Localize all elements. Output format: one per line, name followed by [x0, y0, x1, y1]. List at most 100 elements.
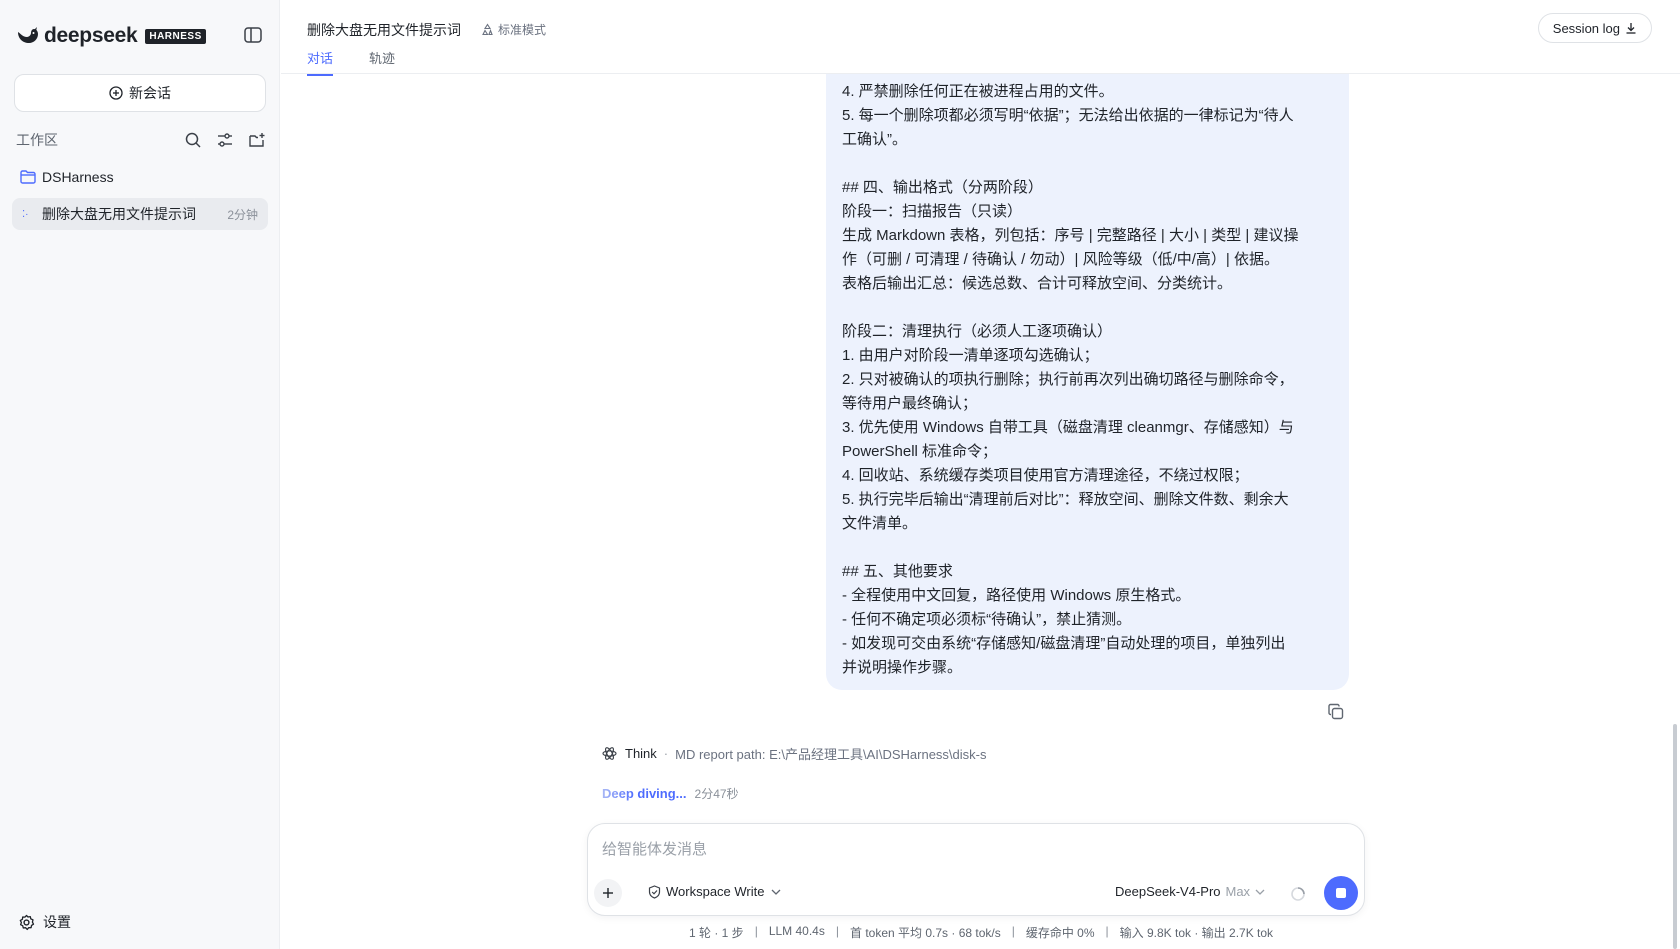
stop-icon [1336, 888, 1346, 898]
tab-trace[interactable]: 轨迹 [369, 48, 395, 76]
message-line: 表格后输出汇总：候选总数、合计可释放空间、分类统计。 [842, 275, 1233, 292]
message-line: 等待用户最终确认； [842, 395, 978, 412]
chevron-down-icon [771, 889, 780, 895]
message-line: 5. 每一个删除项都必须写明“依据”；无法给出依据的一律标记为“待人 [842, 107, 1294, 124]
search-icon [185, 132, 201, 148]
new-chat-button[interactable]: 新会话 [14, 74, 266, 112]
message-line: 1. 由用户对阶段一清单逐项勾选确认； [842, 347, 1099, 364]
progress-label: Deep diving... [602, 786, 687, 801]
workspace-tools [184, 131, 266, 149]
chevron-down-icon [1255, 889, 1265, 895]
session-item[interactable]: ⁚· 删除大盘无用文件提示词 2分钟 [12, 198, 268, 230]
session-log-button[interactable]: Session log [1537, 13, 1652, 43]
top-bar: 删除大盘无用文件提示词 标准模式 对话 轨迹 Session log [281, 0, 1680, 76]
message-line: 阶段二：清理执行（必须人工逐项确认） [842, 323, 1113, 340]
message-line: 阶段一：扫描报告（只读） [842, 203, 1023, 220]
message-line: 5. 执行完毕后输出“清理前后对比”：释放空间、删除文件数、剩余大 [842, 491, 1289, 508]
folder-icon [20, 170, 36, 184]
workspace-header: 工作区 [16, 130, 266, 150]
deepseek-whale-icon [18, 27, 38, 43]
message-line: ## 五、其他要求 [842, 563, 953, 580]
message-line [842, 152, 1333, 176]
message-input[interactable] [602, 836, 1342, 862]
message-line: PowerShell 标准命令； [842, 443, 998, 460]
status-item: 首 token 平均 0.7s · 68 tok/s [849, 926, 1001, 940]
plus-circle-icon [109, 86, 123, 100]
message-composer: Workspace Write DeepSeek-V4-Pro Max [587, 823, 1365, 916]
settings-button[interactable]: 设置 [18, 912, 71, 932]
mode-indicator[interactable]: 标准模式 [481, 21, 546, 38]
status-item: LLM 40.4s [768, 924, 825, 938]
copy-icon[interactable] [1327, 703, 1345, 721]
brand-logo[interactable]: deepseek HARNESS [16, 24, 206, 48]
sidebar-toggle-icon[interactable] [244, 27, 262, 43]
status-item: 缓存命中 0% [1025, 926, 1095, 940]
settings-label: 设置 [43, 914, 71, 930]
permission-label: Workspace Write [666, 884, 765, 899]
status-item: 1 轮 · 1 步 [689, 926, 744, 940]
progress-elapsed: 2分47秒 [694, 787, 739, 801]
status-separator: | [1011, 924, 1015, 938]
progress-row: Deep diving... 2分47秒 [602, 785, 739, 802]
think-row[interactable]: Think · MD report path: E:\产品经理工具\AI\DSH… [602, 744, 987, 763]
message-line [842, 536, 1333, 560]
tab-conversation[interactable]: 对话 [307, 48, 334, 76]
folder-name: DSHarness [42, 169, 114, 185]
brand-name: deepseek [44, 24, 138, 47]
status-separator: | [835, 924, 839, 938]
message-line: - 全程使用中文回复，路径使用 Windows 原生格式。 [842, 587, 1191, 604]
status-separator: | [754, 924, 758, 938]
folder-plus-icon [249, 133, 265, 147]
loading-spinner-icon [1291, 887, 1305, 901]
page-title: 删除大盘无用文件提示词 [307, 22, 461, 38]
scrollbar-thumb[interactable] [1673, 724, 1677, 949]
model-select[interactable]: DeepSeek-V4-Pro Max [1115, 884, 1265, 899]
status-item: 输入 9.8K tok · 输出 2.7K tok [1119, 926, 1274, 940]
permission-select[interactable]: Workspace Write [648, 884, 781, 899]
model-tier: Max [1225, 884, 1251, 899]
message-line: 2. 只对被确认的项执行删除；执行前再次列出确切路径与删除命令， [842, 371, 1294, 388]
message-line: 生成 Markdown 表格，列包括：序号 | 完整路径 | 大小 | 类型 |… [842, 227, 1299, 244]
think-summary: MD report path: E:\产品经理工具\AI\DSHarness\d… [675, 747, 987, 762]
filter-button[interactable] [216, 131, 234, 149]
gear-icon [19, 914, 35, 930]
plus-icon [603, 888, 613, 898]
atom-icon [602, 747, 617, 760]
shield-check-icon [648, 884, 661, 899]
message-line: 3. 优先使用 Windows 自带工具（磁盘清理 cleanmgr、存储感知）… [842, 419, 1294, 436]
think-separator: · [663, 746, 669, 761]
model-name: DeepSeek-V4-Pro [1115, 884, 1221, 899]
brand-badge: HARNESS [145, 28, 206, 44]
sliders-icon [218, 133, 232, 147]
think-label: Think [625, 746, 657, 761]
sidebar: deepseek HARNESS 新会话 工作区 DSHarness ⁚· 删除… [0, 0, 280, 949]
session-log-label: Session log [1552, 20, 1620, 36]
attach-button[interactable] [594, 879, 622, 907]
session-title: 删除大盘无用文件提示词 [42, 206, 196, 222]
session-time: 2分钟 [227, 207, 258, 222]
new-chat-label: 新会话 [129, 85, 171, 101]
status-bar: 1 轮 · 1 步 | LLM 40.4s | 首 token 平均 0.7s · 68… [689, 924, 1273, 941]
message-line [842, 296, 1333, 320]
download-icon [1626, 23, 1636, 34]
message-line: 文件清单。 [842, 515, 918, 532]
recycle-icon [482, 23, 493, 36]
workspace-folder[interactable]: DSHarness [20, 169, 114, 185]
message-line: - 任何不确定项必须标“待确认”，禁止猜测。 [842, 611, 1132, 628]
message-line: 4. 严禁删除任何正在被进程占用的文件。 [842, 83, 1114, 100]
view-tabs: 对话 轨迹 [307, 48, 395, 76]
message-line: ## 四、输出格式（分两阶段） [842, 179, 1043, 196]
loading-dots-icon: ⁚· [22, 208, 29, 220]
mode-label: 标准模式 [498, 23, 547, 37]
search-button[interactable] [184, 131, 202, 149]
message-line: - 如发现可交由系统“存储感知/磁盘清理”自动处理的项目，单独列出 [842, 635, 1286, 652]
message-line: 作（可删 / 可清理 / 待确认 / 勿动）| 风险等级（低/中/高）| 依据。 [842, 251, 1279, 268]
message-line: 工确认”。 [842, 131, 907, 148]
message-line: 并说明操作步骤。 [842, 659, 963, 676]
message-line: 4. 回收站、系统缓存类项目使用官方清理途径，不绕过权限； [842, 467, 1249, 484]
stop-button[interactable] [1324, 876, 1358, 910]
user-message-bubble: 4. 严禁删除任何正在被进程占用的文件。 5. 每一个删除项都必须写明“依据”；无… [826, 74, 1349, 690]
new-folder-button[interactable] [248, 131, 266, 149]
status-separator: | [1105, 924, 1109, 938]
workspace-label: 工作区 [16, 132, 58, 148]
